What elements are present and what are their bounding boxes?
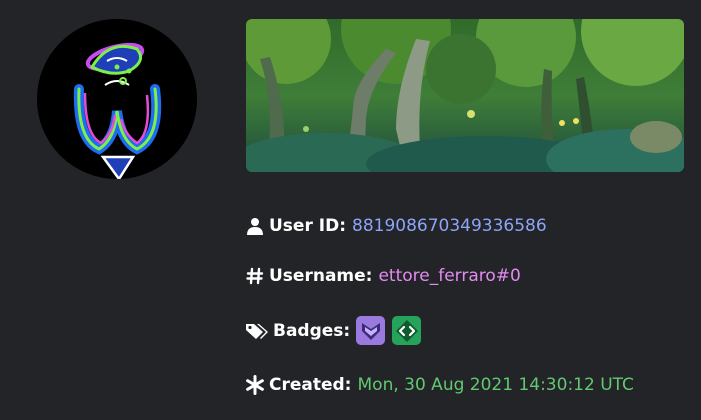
created-label: Created:	[269, 375, 352, 395]
username-value: ettore_ferraro#0	[378, 266, 521, 286]
user-id-value: 881908670349336586	[352, 216, 547, 236]
user-id-row: User ID: 881908670349336586	[245, 214, 547, 238]
badges-row: Badges:	[245, 316, 428, 345]
user-id-label: User ID:	[269, 216, 346, 236]
avatar	[37, 19, 197, 179]
banner-image	[246, 19, 684, 172]
username-label: Username:	[269, 266, 373, 286]
user-info-card: User ID: 881908670349336586 Username: et…	[0, 0, 701, 420]
badges-label: Badges:	[273, 320, 351, 341]
hash-icon	[245, 266, 265, 286]
tags-icon	[245, 321, 269, 341]
profile-banner	[246, 19, 684, 172]
asterisk-icon	[245, 375, 265, 395]
hypesquad-badge-icon	[356, 316, 386, 345]
avatar-image	[37, 19, 197, 179]
active-developer-badge-icon	[392, 316, 422, 345]
created-value: Mon, 30 Aug 2021 14:30:12 UTC	[357, 375, 634, 395]
user-icon	[245, 216, 265, 236]
username-row: Username: ettore_ferraro#0	[245, 264, 521, 288]
created-row: Created: Mon, 30 Aug 2021 14:30:12 UTC	[245, 373, 634, 397]
